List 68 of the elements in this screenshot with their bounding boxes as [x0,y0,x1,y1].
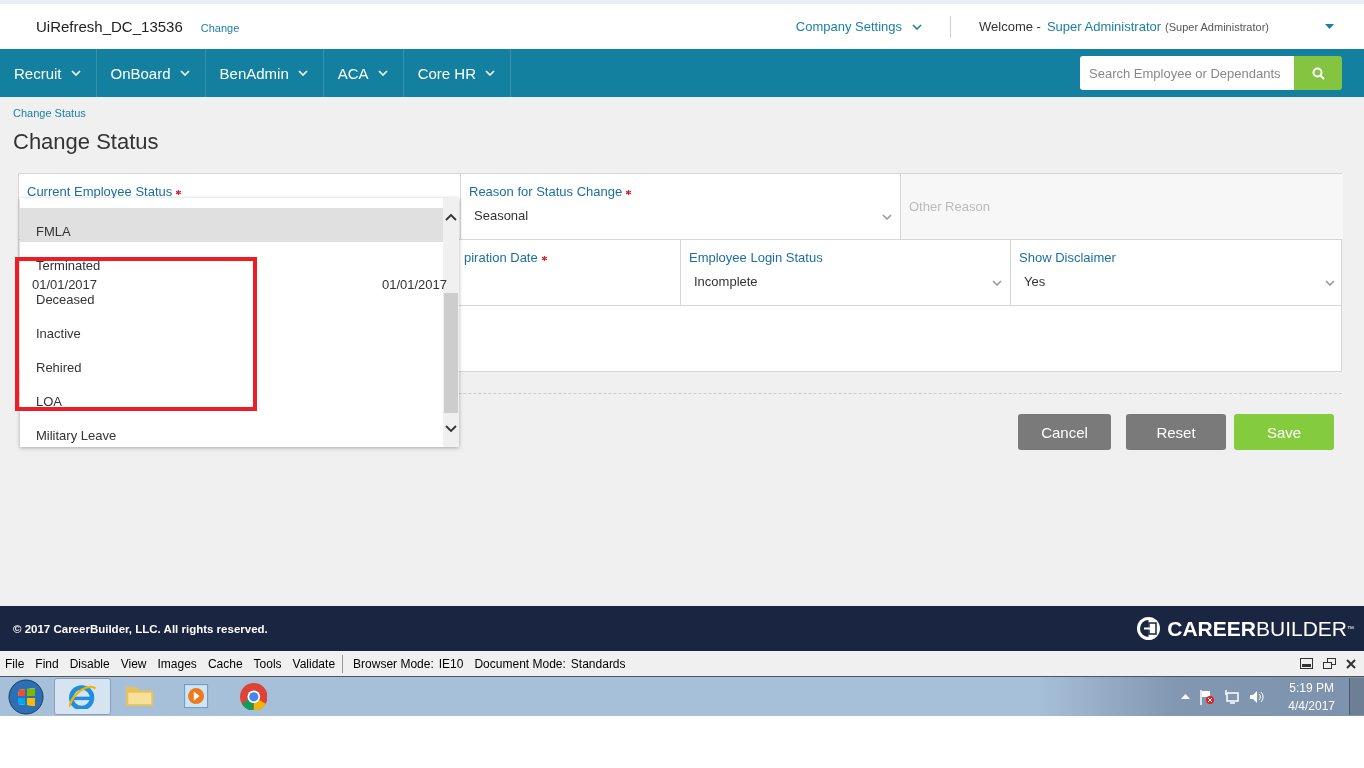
folder-icon [125,686,154,707]
user-role: (Super Administrator) [1165,20,1269,33]
taskbar-app-button[interactable] [54,678,111,715]
close-icon [1346,658,1356,669]
clock-date: 4/4/2017 [1288,697,1335,715]
company-settings-menu[interactable]: Company Settings [795,19,922,34]
welcome-label: Welcome - [979,19,1041,34]
chevron-down-icon [485,70,495,76]
select-value[interactable]: Seasonal [474,208,529,223]
select-value[interactable]: Incomplete [694,274,758,289]
copyright-text: © 2017 CareerBuilder, LLC. All rights reserved. [13,622,269,635]
restore-icon [1323,658,1336,669]
toolbar-menu-item[interactable]: File [5,656,25,671]
field-label: Current Employee Status [27,184,173,200]
mode-value: IE10 [438,656,464,671]
network-icon [1224,688,1241,705]
site-name: UiRefresh_DC_13536 [36,18,183,35]
mode-value: Standards [570,656,626,671]
select-value[interactable]: Yes [1024,274,1046,289]
scrollbar-thumb[interactable] [444,293,458,413]
other-reason-field: Other Reason [901,174,1343,239]
chevron-down-icon [992,280,1002,286]
dropdown-option[interactable]: FMLA [20,208,443,242]
toolbar-menu-item[interactable]: Validate [292,656,336,671]
toolbar-menu-item[interactable]: Tools [253,656,282,671]
page-title: Change Status [13,128,160,156]
search-field[interactable]: Search Employee or Dependants [1080,56,1294,90]
chevron-up-icon [1181,694,1191,699]
date-value: 01/01/2017 [32,277,98,292]
date-value: 01/01/2017 [381,277,447,292]
browser-icon [68,683,97,710]
breadcrumb-link[interactable]: Change Status [13,106,86,120]
mode-label: Browser Mode: [353,656,434,671]
minimize-icon [1300,658,1313,669]
user-name-link[interactable]: Super Administrator [1046,19,1162,34]
search-icon [1311,66,1325,80]
show-desktop-button[interactable] [1349,678,1364,715]
chevron-down-icon [377,70,388,76]
chrome-icon [239,682,268,711]
chevron-down-icon [912,23,922,30]
chevron-down-icon [179,70,190,76]
caret-down-icon [1325,24,1334,29]
chevron-down-icon [882,214,892,220]
toolbar-menu-item[interactable]: Images [157,656,197,671]
action-button[interactable]: Reset [1126,414,1226,450]
chevron-down-icon [1325,280,1335,286]
chevron-down-icon [70,70,81,76]
toolbar-menu-item[interactable]: Cache [207,656,243,671]
search-button[interactable] [1294,56,1342,90]
chevron-up-icon [445,213,457,221]
logo-mark-icon [1136,616,1162,641]
action-button[interactable]: Cancel [1018,414,1111,450]
field-label: Reason for Status Change [469,184,623,200]
toolbar-menu-item[interactable]: View [120,656,147,671]
clock-time: 5:19 PM [1289,679,1334,697]
media-player-icon [184,684,209,709]
toolbar-menu-item[interactable]: Disable [69,656,110,671]
start-button-icon [6,678,46,715]
field-label: Employee Login Status [689,250,823,266]
field-label: piration Date [464,250,538,266]
field-label: Show Disclaimer [1019,250,1116,266]
toolbar-menu-item[interactable]: Find [35,656,59,671]
mode-label: Document Mode: [474,656,566,671]
chevron-down-icon [297,70,308,76]
chevron-down-icon [445,425,457,433]
change-link[interactable]: Change [200,22,240,34]
logo-text: CAREERBUILDER$^{™}$ [1167,616,1354,641]
flag-icon [1199,688,1216,705]
